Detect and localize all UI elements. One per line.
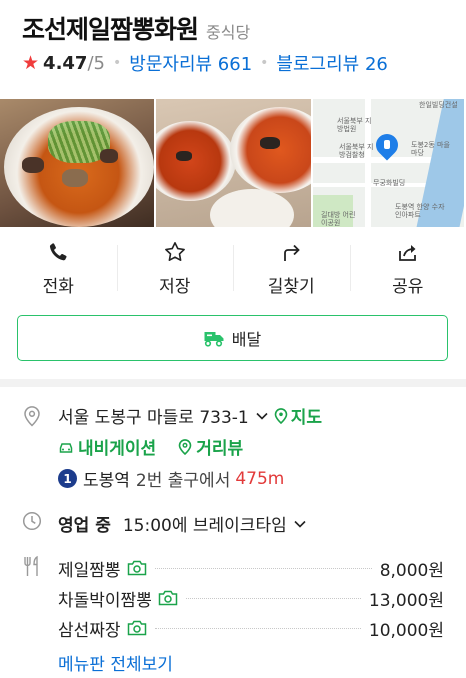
menu-leader <box>154 567 372 569</box>
menu-item[interactable]: 삼선짜장 10,000원 <box>58 613 444 643</box>
bowl-shape <box>156 121 236 201</box>
rating-value: 4.47 <box>43 52 88 74</box>
topping-meat <box>22 157 44 173</box>
save-button[interactable]: 저장 <box>116 233 234 303</box>
address-text[interactable]: 서울 도봉구 마들로 733-1 <box>58 403 249 428</box>
separator-dot: • <box>113 55 122 71</box>
action-bar: 전화 저장 길찾기 공유 <box>0 233 466 303</box>
map-link-label: 지도 <box>290 408 323 428</box>
directions-icon <box>284 244 301 261</box>
rating-row: ★ 4.47 /5 • 방문자리뷰 661 • 블로그리뷰 26 <box>22 46 452 80</box>
share-label: 공유 <box>392 276 424 297</box>
map-label: 서울북부 지방법원 <box>337 117 372 133</box>
topping-mussel <box>176 151 192 161</box>
chevron-down-icon[interactable] <box>256 412 268 420</box>
share-button[interactable]: 공유 <box>349 233 466 303</box>
menu-list: 제일짬뽕 8,000원 차돌박이짬뽕 13,000원 삼선짜장 10,000원 <box>58 553 444 643</box>
menu-item-name: 차돌박이짬뽕 <box>58 590 152 611</box>
share-icon <box>398 244 416 261</box>
street-view-link[interactable]: 거리뷰 <box>178 434 243 459</box>
menu-item-price: 13,000원 <box>368 590 444 611</box>
directions-label: 길찾기 <box>267 276 315 297</box>
car-icon <box>59 442 73 453</box>
distance-text: 475m <box>235 468 285 489</box>
menu-item[interactable]: 차돌박이짬뽕 13,000원 <box>58 583 444 613</box>
save-label: 저장 <box>159 276 191 297</box>
clock-icon <box>22 511 42 531</box>
menu-item-price: 10,000원 <box>368 620 444 641</box>
directions-button[interactable]: 길찾기 <box>233 233 350 303</box>
camera-icon <box>158 590 178 606</box>
rating-max: /5 <box>87 52 105 74</box>
map-label: 한일빌딩건설 <box>419 101 458 109</box>
delivery-button[interactable]: 배달 <box>17 315 448 361</box>
location-pin-icon <box>24 406 40 427</box>
photo-strip: 한일빌딩건설 서울북부 지방법원 서울북부 지방검찰청 도봉2동 마을마당 무궁… <box>0 99 466 227</box>
call-label: 전화 <box>42 276 74 297</box>
map-label: 길대방 어린이공원 <box>321 211 356 227</box>
hours-detail: 15:00에 브레이크타임 <box>122 516 287 536</box>
star-icon: ★ <box>22 52 40 74</box>
map-label: 도봉역 한양 수자인아파트 <box>395 203 445 219</box>
cutlery-icon <box>24 555 38 576</box>
map-pin-glyph <box>384 140 390 149</box>
location-pin-icon <box>178 438 192 455</box>
map-label: 도봉2동 마을마당 <box>411 141 450 157</box>
chevron-down-icon[interactable] <box>294 520 306 528</box>
map-label: 서울북부 지방검찰청 <box>339 143 374 159</box>
camera-icon <box>127 620 146 636</box>
delivery-truck-icon <box>204 331 224 347</box>
star-outline-icon <box>164 241 185 261</box>
delivery-label: 배달 <box>231 330 262 349</box>
topping-mussel <box>260 137 280 149</box>
topping-meat <box>100 149 118 163</box>
visitor-reviews-link[interactable]: 방문자리뷰 661 <box>129 50 252 76</box>
station-name: 도봉역 <box>83 471 130 491</box>
map-label: 무궁화빌딩 <box>373 179 406 187</box>
subway-line-badge: 1 <box>58 469 77 488</box>
location-pin-icon <box>274 407 288 424</box>
section-divider <box>0 379 466 387</box>
hours-row[interactable]: 영업 중 15:00에 브레이크타임 <box>58 511 312 536</box>
exit-text: 2번 출구에서 <box>135 471 231 491</box>
plate-shape <box>210 189 294 227</box>
topping-meat <box>62 169 88 187</box>
place-header: 조선제일짬뽕화원 중식당 ★ 4.47 /5 • 방문자리뷰 661 • 블로그… <box>22 10 452 80</box>
hours-status: 영업 중 <box>58 516 111 536</box>
address-row: 서울 도봉구 마들로 733-1 지도 <box>58 403 322 428</box>
place-name: 조선제일짬뽕화원 <box>22 15 199 44</box>
navigation-link[interactable]: 내비게이션 <box>58 434 156 459</box>
bowl-shape <box>230 107 311 193</box>
jjamppong-bowl-photo[interactable] <box>0 99 154 227</box>
camera-icon <box>127 560 146 576</box>
navigation-row: 내비게이션 거리뷰 <box>58 434 243 459</box>
menu-item-price: 8,000원 <box>379 560 444 581</box>
menu-leader <box>185 597 361 599</box>
street-view-label: 거리뷰 <box>196 439 244 459</box>
place-category: 중식당 <box>206 23 251 42</box>
menu-item-name: 제일짬뽕 <box>58 560 121 581</box>
navigation-label: 내비게이션 <box>78 439 157 459</box>
map-link[interactable]: 지도 <box>274 403 322 428</box>
jjamppong-bowls-photo[interactable] <box>156 99 311 227</box>
menu-item-name: 삼선짜장 <box>58 620 121 641</box>
menu-leader <box>154 627 361 629</box>
map-thumbnail[interactable]: 한일빌딩건설 서울북부 지방법원 서울북부 지방검찰청 도봉2동 마을마당 무궁… <box>313 99 464 227</box>
call-button[interactable]: 전화 <box>0 233 117 303</box>
separator-dot: • <box>260 55 269 71</box>
view-full-menu-link[interactable]: 메뉴판 전체보기 <box>58 650 173 675</box>
menu-item[interactable]: 제일짬뽕 8,000원 <box>58 553 444 583</box>
phone-icon <box>50 242 67 260</box>
subway-row: 1 도봉역 2번 출구에서 475m <box>58 466 284 491</box>
blog-reviews-link[interactable]: 블로그리뷰 26 <box>276 50 387 76</box>
